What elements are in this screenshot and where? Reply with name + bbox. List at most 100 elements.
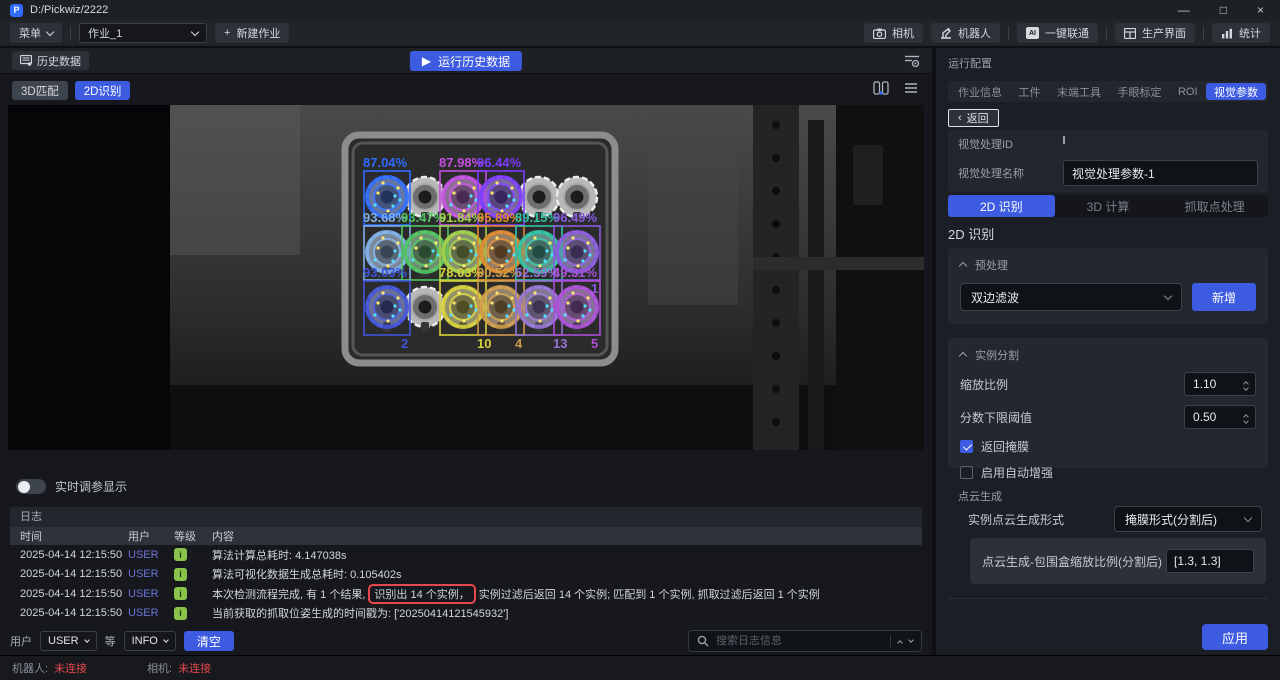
filter-select[interactable]: 双边滤波 [960, 283, 1182, 311]
mask-checkbox[interactable] [960, 440, 973, 453]
menu-button[interactable]: 菜单 [10, 23, 62, 43]
one-key-connect-button[interactable]: AI 一键联通 [1017, 23, 1098, 43]
titlebar: P D:/Pickwiz/2222 — □ × [0, 0, 1280, 20]
robot-arm-icon [940, 27, 952, 39]
svg-text:13: 13 [553, 336, 567, 351]
job-select[interactable]: 作业_1 [79, 23, 207, 43]
log-row[interactable]: 2025-04-14 12:15:50 USER i 当前获取的抓取位姿生成的时… [10, 604, 922, 624]
chevron-down-icon [1164, 291, 1172, 299]
auto-enhance-label: 启用自动增强 [981, 464, 1053, 481]
divider [1106, 26, 1107, 40]
log-filter-settings-icon[interactable] [904, 54, 920, 68]
collapse-icon[interactable] [959, 352, 967, 360]
statistics-button[interactable]: 统计 [1212, 23, 1270, 43]
maximize-icon[interactable]: □ [1220, 3, 1227, 17]
log-title: 日志 [10, 507, 922, 527]
svg-text:2: 2 [401, 336, 408, 351]
tab-vision-params[interactable]: 视觉参数 [1206, 83, 1266, 100]
tab-hand-eye-calib[interactable]: 手眼标定 [1109, 83, 1169, 100]
spinner-down-icon[interactable] [1243, 385, 1249, 391]
stage-grasp-point-tab[interactable]: 抓取点处理 [1161, 195, 1268, 217]
production-ui-button[interactable]: 生产界面 [1115, 23, 1195, 43]
divider [70, 26, 71, 40]
config-panel: 运行配置 作业信息 工件 末端工具 手眼标定 ROI 视觉参数 ‹ 返回 视觉处… [936, 48, 1280, 655]
chevron-down-icon [46, 27, 54, 35]
mode-2d-recognition-button[interactable]: 2D识别 [75, 81, 131, 100]
menubar: 菜单 作业_1 + 新建作业 相机 机器人 AI 一键联通 生产界面 [0, 20, 1280, 48]
play-icon: ▶ [422, 54, 431, 68]
info-level-icon: i [174, 548, 187, 561]
compare-view-icon[interactable] [873, 81, 889, 95]
score-threshold-stepper[interactable]: 0.50 [1184, 405, 1256, 429]
stage-2d-recognition-tab[interactable]: 2D 识别 [948, 195, 1055, 217]
bar-chart-icon [1221, 28, 1233, 39]
mode-3d-match-button[interactable]: 3D匹配 [12, 81, 68, 100]
scale-ratio-value: 1.10 [1185, 377, 1244, 391]
svg-text:10: 10 [477, 336, 491, 351]
log-col-time: 时间 [20, 528, 128, 544]
mode-buttons: 3D匹配 2D识别 [12, 81, 130, 100]
tab-workpiece[interactable]: 工件 [1010, 83, 1048, 100]
vision-process-name-label: 视觉处理名称 [958, 165, 1063, 181]
statusbar: 机器人: 未连接 相机: 未连接 [0, 655, 1280, 680]
svg-text:5: 5 [591, 336, 598, 351]
level-filter-select[interactable]: INFO [124, 631, 176, 651]
apply-button[interactable]: 应用 [1202, 624, 1268, 650]
one-key-connect-label: 一键联通 [1045, 25, 1089, 41]
log-content: 当前获取的抓取位姿生成的时间戳为: ['20250414121545932'] [212, 605, 922, 621]
search-next-icon[interactable] [908, 637, 914, 643]
log-row[interactable]: 2025-04-14 12:15:50 USER i 本次检测流程完成, 有 1… [10, 584, 922, 604]
add-filter-button[interactable]: 新增 [1192, 283, 1256, 311]
back-label: 返回 [967, 110, 989, 126]
ai-icon: AI [1026, 27, 1039, 39]
filter-select-value: 双边滤波 [971, 289, 1019, 306]
tab-end-tool[interactable]: 末端工具 [1049, 83, 1109, 100]
clear-log-button[interactable]: 清空 [184, 631, 234, 651]
log-user: USER [128, 568, 160, 580]
chevron-down-icon [191, 27, 199, 35]
camera-image-viewer[interactable]: 87.04%87.98%96.44%93.68%93.47%91.84%95.8… [8, 105, 924, 450]
scale-ratio-label: 缩放比例 [960, 376, 1008, 393]
tab-job-info[interactable]: 作业信息 [950, 83, 1010, 100]
user-filter-label: 用户 [10, 633, 32, 649]
robot-button[interactable]: 机器人 [931, 23, 1000, 43]
realtime-param-toggle[interactable] [16, 479, 46, 494]
back-button[interactable]: ‹ 返回 [948, 109, 999, 127]
history-data-tab[interactable]: 历史数据 [12, 51, 89, 70]
log-content: 算法计算总耗时: 4.147038s [212, 547, 922, 563]
pointcloud-form-select[interactable]: 掩膜形式(分割后) [1114, 506, 1262, 532]
collapse-icon[interactable] [959, 262, 967, 270]
config-title: 运行配置 [948, 55, 992, 71]
log-search-box[interactable] [688, 630, 922, 652]
log-row[interactable]: 2025-04-14 12:15:50 USER i 算法计算总耗时: 4.14… [10, 545, 922, 565]
camera-button[interactable]: 相机 [864, 23, 923, 43]
pointcloud-form-label: 实例点云生成形式 [968, 511, 1064, 528]
log-time: 2025-04-14 12:15:50 [20, 588, 128, 600]
spinner-down-icon[interactable] [1243, 418, 1249, 424]
bbox-scale-input[interactable] [1166, 549, 1254, 573]
user-filter-select[interactable]: USER [40, 631, 97, 651]
log-header-row: 时间 用户 等级 内容 [10, 527, 922, 545]
minimize-icon[interactable]: — [1178, 3, 1190, 17]
auto-enhance-checkbox[interactable] [960, 466, 973, 479]
log-content-post: 实例过滤后返回 14 个实例; 匹配到 1 个实例, 抓取过滤后返回 1 个实例 [479, 589, 820, 601]
log-time: 2025-04-14 12:15:50 [20, 549, 128, 561]
level-filter-label: 等 [105, 633, 116, 649]
preprocess-title: 预处理 [975, 257, 1008, 273]
close-icon[interactable]: × [1257, 3, 1264, 17]
svg-text:4: 4 [515, 336, 523, 351]
search-prev-icon[interactable] [897, 640, 903, 646]
camera-status-value: 未连接 [178, 660, 211, 676]
run-history-button[interactable]: ▶ 运行历史数据 [410, 51, 522, 71]
stage-3d-compute-tab[interactable]: 3D 计算 [1055, 195, 1162, 217]
scale-ratio-stepper[interactable]: 1.10 [1184, 372, 1256, 396]
robot-status-label: 机器人: [12, 660, 48, 676]
vision-process-name-input[interactable] [1063, 160, 1258, 186]
tab-roi[interactable]: ROI [1170, 83, 1206, 100]
new-job-button[interactable]: + 新建作业 [215, 23, 289, 43]
divider [1008, 26, 1009, 40]
log-search-input[interactable] [716, 635, 883, 647]
camera-icon [873, 28, 886, 39]
menu-lines-icon[interactable] [904, 82, 918, 94]
log-row[interactable]: 2025-04-14 12:15:50 USER i 算法可视化数据生成总耗时:… [10, 565, 922, 585]
